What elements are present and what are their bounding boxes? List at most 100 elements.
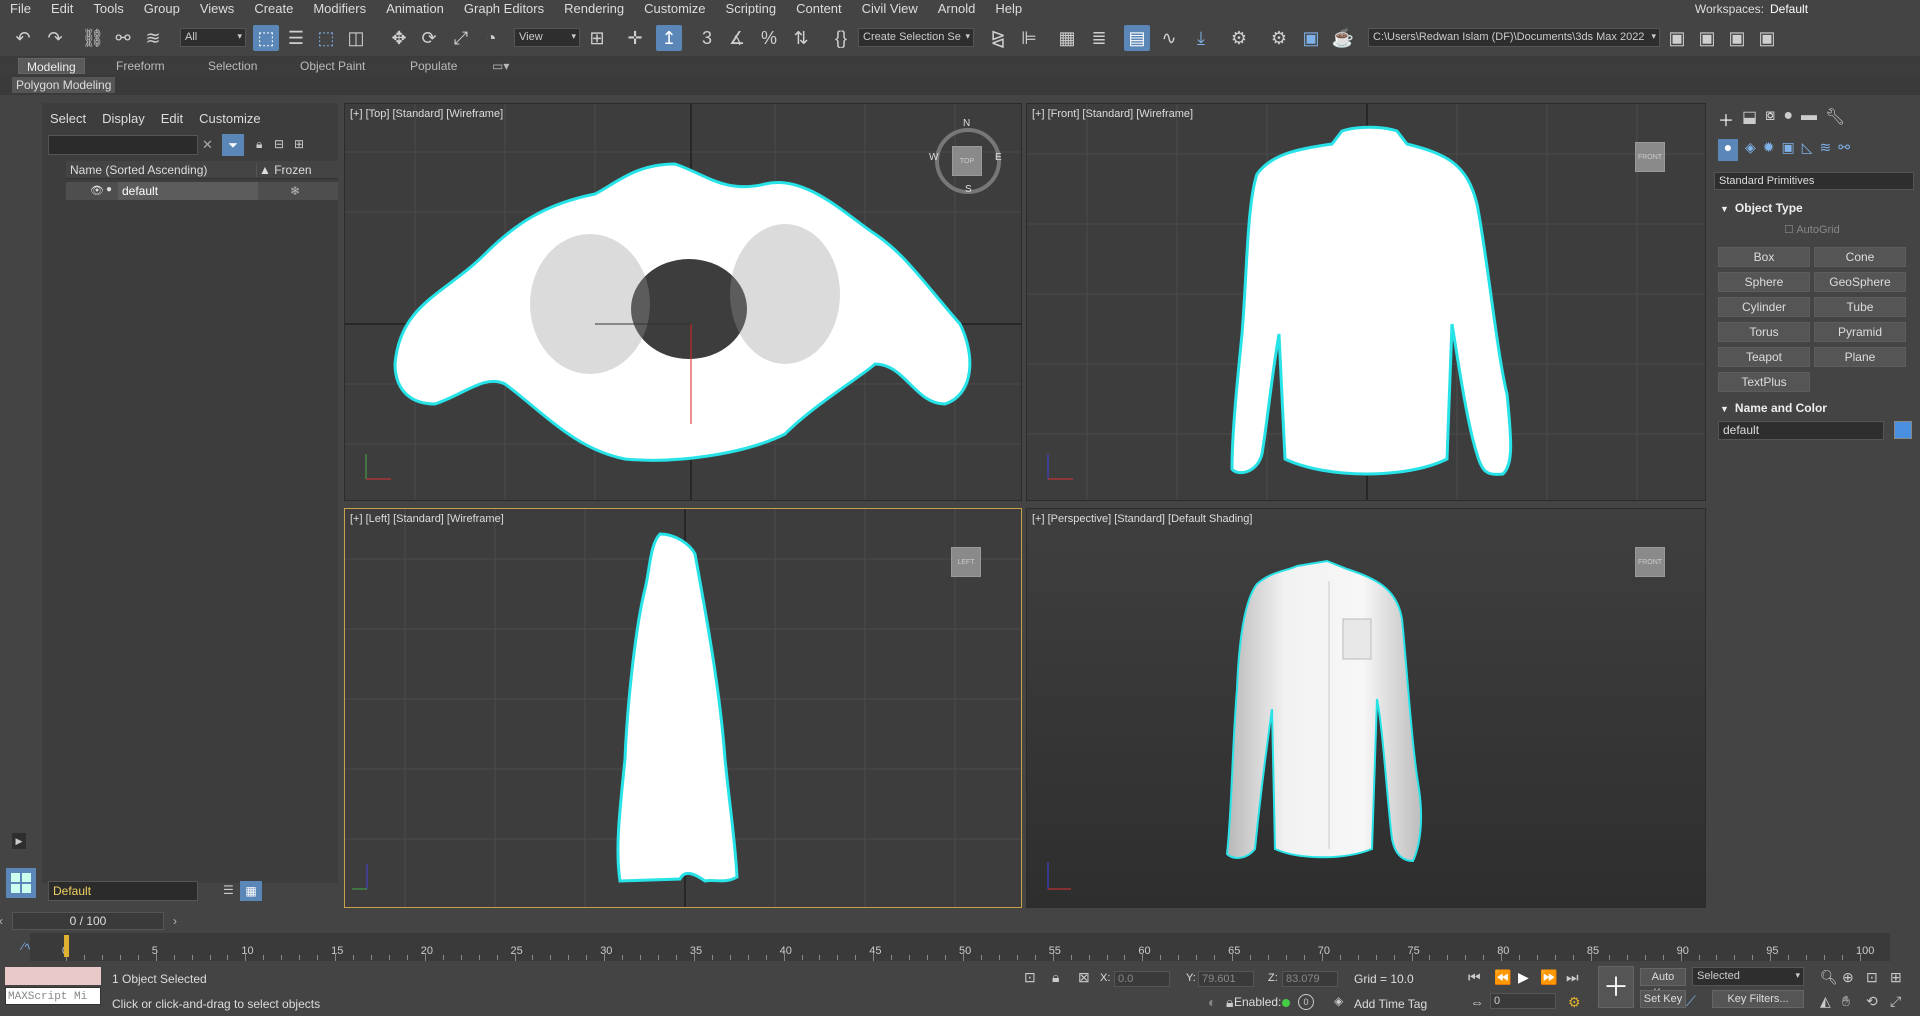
key-filters-button[interactable]: Key Filters... <box>1712 990 1804 1008</box>
explorer-option-icon-2[interactable]: ⊞ <box>294 137 304 151</box>
undo-icon[interactable]: ↶ <box>10 25 36 51</box>
explorer-tab-edit[interactable]: Edit <box>153 111 191 129</box>
select-object-icon[interactable]: ⬚ <box>253 25 279 51</box>
menu-item-customize[interactable]: Customize <box>634 0 715 18</box>
toggle-scene-explorer-icon[interactable]: ▦ <box>1054 25 1080 51</box>
mirror-icon[interactable]: ⧎ <box>985 25 1011 51</box>
key-mode-icon[interactable]: ⇔ <box>1470 994 1484 1010</box>
viewcube-top[interactable]: TOP <box>952 146 982 176</box>
set-keys-button[interactable]: ＋ <box>1598 966 1634 1008</box>
prev-frame-icon[interactable]: ‹ <box>0 913 3 929</box>
tab-modeling[interactable]: Modeling <box>18 58 85 74</box>
key-mode-dropdown[interactable]: Selected <box>1692 967 1804 986</box>
viewcube-perspective[interactable]: FRONT <box>1635 547 1665 577</box>
modify-tab-icon[interactable]: ⬓ <box>1742 107 1757 133</box>
shirt-left-wireframe[interactable] <box>345 509 1022 908</box>
align-icon[interactable]: ⊫ <box>1016 25 1042 51</box>
viewport-label-top[interactable]: [+] [Top] [Standard] [Wireframe] <box>350 108 503 120</box>
link-icon[interactable]: ⛓ <box>80 25 106 51</box>
redo-icon[interactable]: ↷ <box>42 25 68 51</box>
geosphere-button[interactable]: GeoSphere <box>1814 272 1906 292</box>
rotate-icon[interactable]: ⟳ <box>416 25 442 51</box>
menu-item-help[interactable]: Help <box>985 0 1032 18</box>
keyboard-shortcut-icon[interactable]: ↥ <box>656 25 682 51</box>
maxscript-input[interactable]: MAXScript Mi <box>5 987 101 1005</box>
teapot-button[interactable]: Teapot <box>1718 347 1810 367</box>
project-save-icon[interactable]: ▣ <box>1724 25 1750 51</box>
rendered-frame-window-icon[interactable]: ▣ <box>1298 25 1324 51</box>
previous-frame-icon[interactable]: ⏪ <box>1494 969 1511 986</box>
explorer-tab-select[interactable]: Select <box>42 111 94 129</box>
viewport-label-perspective[interactable]: [+] [Perspective] [Standard] [Default Sh… <box>1032 513 1252 525</box>
textplus-button[interactable]: TextPlus <box>1718 372 1810 392</box>
menu-item-file[interactable]: File <box>0 0 41 18</box>
row-name[interactable]: default <box>118 182 258 200</box>
menu-item-tools[interactable]: Tools <box>83 0 133 18</box>
angle-snap-icon[interactable]: ∡ <box>724 25 750 51</box>
explorer-filter-icon[interactable]: ⏷ <box>222 134 244 156</box>
layer-dropdown[interactable]: Default <box>48 881 198 901</box>
torus-button[interactable]: Torus <box>1718 322 1810 342</box>
project-open-icon[interactable]: ▣ <box>1754 25 1780 51</box>
category-dropdown[interactable]: Standard Primitives <box>1714 172 1914 190</box>
tab-selection[interactable]: Selection <box>200 58 265 74</box>
explorer-mode-icon[interactable]: ▦ <box>240 881 262 901</box>
material-editor-icon[interactable]: ⚙ <box>1226 25 1252 51</box>
scale-icon[interactable]: ⤢ <box>448 25 474 51</box>
time-tag-zero-icon[interactable]: 0 <box>1298 994 1314 1010</box>
plane-button[interactable]: Plane <box>1814 347 1906 367</box>
explorer-tab-display[interactable]: Display <box>94 111 153 129</box>
pyramid-button[interactable]: Pyramid <box>1814 322 1906 342</box>
ribbon-options-icon[interactable]: ▭▾ <box>484 58 517 74</box>
spacewarps-icon[interactable]: ≋ <box>1820 139 1832 161</box>
isolate-selection-icon[interactable]: ⊡ <box>1024 969 1036 986</box>
edit-named-sets-icon[interactable]: {} <box>828 25 854 51</box>
shapes-icon[interactable]: ◈ <box>1745 139 1756 161</box>
current-frame-input[interactable]: 0 <box>1490 993 1556 1009</box>
viewcube-front[interactable]: FRONT <box>1635 142 1665 172</box>
play-icon[interactable]: ▶ <box>1518 969 1529 986</box>
add-time-tag[interactable]: Add Time Tag <box>1354 997 1427 1011</box>
explorer-search-input[interactable] <box>48 135 198 155</box>
col-frozen[interactable]: ▲ Frozen <box>256 163 312 177</box>
viewport-front[interactable]: [+] [Front] [Standard] [Wireframe] FRONT <box>1026 103 1706 501</box>
snaps-toggle-icon[interactable]: 3 <box>694 25 720 51</box>
systems-icon[interactable]: ⚯ <box>1838 139 1850 161</box>
lights-icon[interactable]: ✹ <box>1763 139 1775 161</box>
window-crossing-icon[interactable]: ◫ <box>343 25 369 51</box>
orbit-icon[interactable]: ⟲ <box>1866 993 1878 1010</box>
expand-arrow-icon[interactable]: ▶ <box>12 833 26 849</box>
col-name[interactable]: Name (Sorted Ascending) <box>70 163 207 177</box>
move-icon[interactable]: ✥ <box>386 25 412 51</box>
menu-item-create[interactable]: Create <box>244 0 303 18</box>
time-slider[interactable]: ‹ 0 / 100 › <box>0 912 177 930</box>
viewcube-left[interactable]: LEFT <box>951 547 981 577</box>
menu-item-scripting[interactable]: Scripting <box>716 0 787 18</box>
spinner-snap-icon[interactable]: ⇅ <box>788 25 814 51</box>
maximize-viewport-icon[interactable]: ⤢ <box>1890 993 1901 1010</box>
menu-item-graph-editors[interactable]: Graph Editors <box>454 0 554 18</box>
zoom-icon[interactable]: 🔍︎ <box>1820 969 1838 986</box>
schematic-view-icon[interactable]: ⤓ <box>1188 25 1214 51</box>
time-marker[interactable] <box>64 935 69 957</box>
adaptive-degradation-icon[interactable]: ◐ <box>1208 994 1216 1010</box>
explorer-tab-customize[interactable]: Customize <box>191 111 268 129</box>
utilities-tab-icon[interactable]: 🔧︎ <box>1825 107 1845 133</box>
pan-icon[interactable]: ✋︎ <box>1842 993 1850 1010</box>
box-button[interactable]: Box <box>1718 247 1810 267</box>
named-selection-dropdown[interactable]: Create Selection Se <box>858 28 974 47</box>
y-coord-input[interactable]: 79.601 <box>1198 971 1254 987</box>
tab-populate[interactable]: Populate <box>402 58 465 74</box>
clear-search-icon[interactable]: ✕ <box>202 137 213 153</box>
viewport-perspective[interactable]: [+] [Perspective] [Standard] [Default Sh… <box>1026 508 1706 908</box>
autogrid-checkbox[interactable]: ☐ AutoGrid <box>1784 223 1840 236</box>
percent-snap-icon[interactable]: % <box>756 25 782 51</box>
menu-item-animation[interactable]: Animation <box>376 0 454 18</box>
menu-item-group[interactable]: Group <box>134 0 190 18</box>
viewport-left[interactable]: [+] [Left] [Standard] [Wireframe] LEFT <box>344 508 1022 908</box>
tab-freeform[interactable]: Freeform <box>108 58 173 74</box>
menu-item-civil-view[interactable]: Civil View <box>852 0 928 18</box>
table-row[interactable]: 👁︎ ● default ❄ <box>66 182 338 200</box>
tab-object-paint[interactable]: Object Paint <box>292 58 373 74</box>
lock-selection-icon[interactable]: 🔒︎ <box>256 137 262 152</box>
